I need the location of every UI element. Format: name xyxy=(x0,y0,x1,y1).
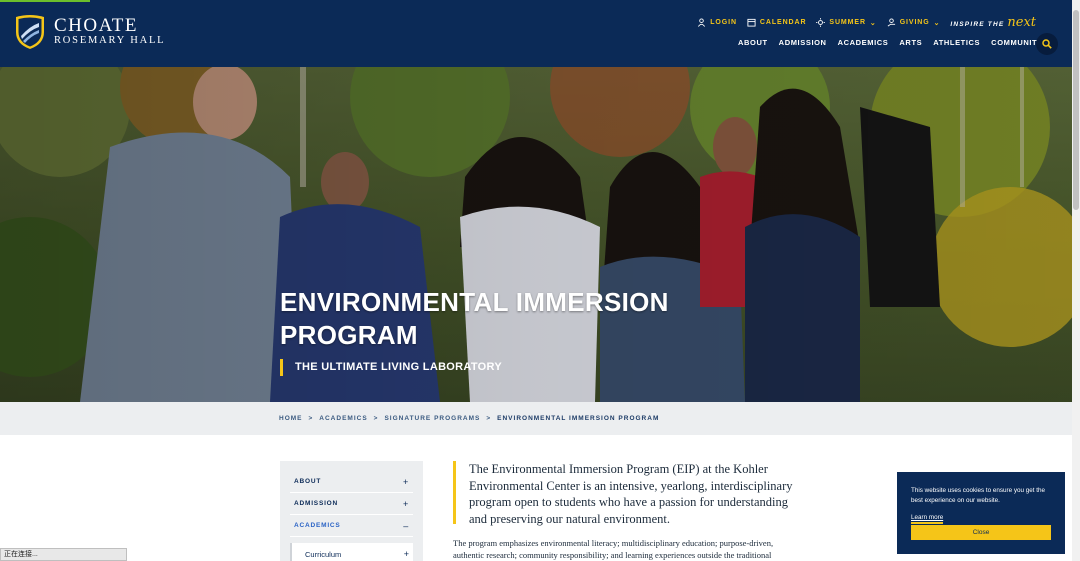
loading-bar xyxy=(0,0,90,2)
sidebar-subitem-label: Curriculum xyxy=(305,549,342,559)
inspire-the-next-link[interactable]: INSPIRE THE next xyxy=(950,15,1036,30)
hero-subtitle: THE ULTIMATE LIVING LABORATORY xyxy=(280,359,502,376)
hand-heart-icon xyxy=(887,18,895,27)
collapse-minus-icon[interactable]: – xyxy=(403,521,409,531)
calendar-icon xyxy=(747,18,756,27)
expand-plus-icon[interactable]: + xyxy=(403,477,409,487)
breadcrumb-separator: > xyxy=(373,415,379,422)
calendar-link[interactable]: CALENDAR xyxy=(747,18,806,27)
summer-menu[interactable]: SUMMER ⌄ xyxy=(816,18,876,27)
giving-menu[interactable]: GIVING ⌄ xyxy=(887,18,941,27)
sidebar-item-label: ABOUT xyxy=(294,478,322,485)
inspire-prefix: INSPIRE THE xyxy=(950,21,1005,28)
main-nav: ABOUT ADMISSION ACADEMICS ARTS ATHLETICS… xyxy=(738,38,1043,47)
lead-paragraph: The Environmental Immersion Program (EIP… xyxy=(453,461,803,526)
sidebar-item-label: ACADEMICS xyxy=(294,522,341,529)
breadcrumb-bar: HOME > ACADEMICS > SIGNATURE PROGRAMS > … xyxy=(0,402,1072,435)
expand-plus-icon[interactable]: + xyxy=(403,499,409,509)
nav-about[interactable]: ABOUT xyxy=(738,38,768,47)
sidebar-item-about[interactable]: ABOUT + xyxy=(290,471,413,493)
breadcrumb: HOME > ACADEMICS > SIGNATURE PROGRAMS > … xyxy=(279,415,659,422)
learn-more-link[interactable]: Learn more xyxy=(911,514,944,524)
search-icon xyxy=(1042,39,1052,49)
login-link[interactable]: LOGIN xyxy=(697,18,737,27)
scrollbar-thumb[interactable] xyxy=(1073,10,1079,210)
breadcrumb-current: ENVIRONMENTAL IMMERSION PROGRAM xyxy=(497,415,660,422)
inspire-next-word: next xyxy=(1007,15,1036,30)
sidebar-subitem-curriculum[interactable]: Curriculum + xyxy=(290,543,413,561)
expand-plus-icon[interactable]: + xyxy=(404,549,409,559)
utility-nav: LOGIN CALENDAR SUMMER ⌄ GIVING ⌄ INSPIRE… xyxy=(697,15,1036,30)
hero-banner: ENVIRONMENTAL IMMERSION PROGRAM THE ULTI… xyxy=(0,67,1072,402)
breadcrumb-separator: > xyxy=(308,415,314,422)
summer-label: SUMMER xyxy=(829,19,866,26)
nav-admission[interactable]: ADMISSION xyxy=(779,38,827,47)
shield-logo-icon xyxy=(16,15,44,49)
sidebar-item-academics[interactable]: ACADEMICS – xyxy=(290,515,413,537)
breadcrumb-home[interactable]: HOME xyxy=(279,415,303,422)
breadcrumb-academics[interactable]: ACADEMICS xyxy=(319,415,367,422)
cookie-banner: This website uses cookies to ensure you … xyxy=(897,472,1065,554)
page-scrollbar[interactable] xyxy=(1072,0,1080,561)
breadcrumb-signature-programs[interactable]: SIGNATURE PROGRAMS xyxy=(384,415,480,422)
logo-line-2: ROSEMARY HALL xyxy=(54,35,166,46)
giving-label: GIVING xyxy=(899,19,930,26)
user-icon xyxy=(698,18,706,27)
hero-title: ENVIRONMENTAL IMMERSION PROGRAM xyxy=(280,287,669,350)
nav-athletics[interactable]: ATHLETICS xyxy=(933,38,980,47)
logo-line-1: CHOATE xyxy=(54,15,138,36)
browser-status-bar: 正在连接... xyxy=(0,548,127,561)
site-logo[interactable]: CHOATE ROSEMARY HALL xyxy=(14,14,165,50)
search-button[interactable] xyxy=(1036,33,1058,55)
sidebar-item-label: ADMISSION xyxy=(294,500,339,507)
login-label: LOGIN xyxy=(710,19,737,26)
nav-academics[interactable]: ACADEMICS xyxy=(838,38,889,47)
body-paragraph: The program emphasizes environmental lit… xyxy=(453,538,774,560)
chevron-down-icon: ⌄ xyxy=(933,19,941,27)
sun-icon xyxy=(816,18,826,27)
chevron-down-icon: ⌄ xyxy=(869,19,877,27)
breadcrumb-separator: > xyxy=(486,415,492,422)
section-sidebar: ABOUT + ADMISSION + ACADEMICS – Curricul… xyxy=(280,461,423,561)
site-header: CHOATE ROSEMARY HALL LOGIN CALENDAR SUMM… xyxy=(0,0,1072,67)
sidebar-item-admission[interactable]: ADMISSION + xyxy=(290,493,413,515)
calendar-label: CALENDAR xyxy=(759,19,807,26)
cookie-message: This website uses cookies to ensure you … xyxy=(911,487,1046,504)
page: CHOATE ROSEMARY HALL LOGIN CALENDAR SUMM… xyxy=(0,0,1080,561)
cookie-close-button[interactable]: Close xyxy=(911,525,1051,540)
nav-arts[interactable]: ARTS xyxy=(899,38,922,47)
